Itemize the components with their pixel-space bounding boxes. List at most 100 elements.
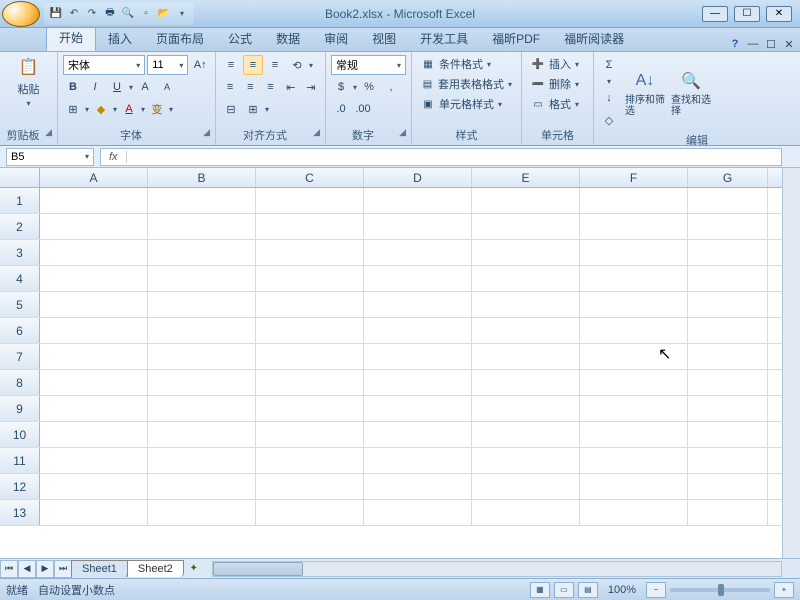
cell[interactable] [580,214,688,239]
row-header-2[interactable]: 2 [0,214,40,239]
cell[interactable] [472,292,580,317]
cell[interactable] [688,188,768,213]
formula-input[interactable]: fx [100,148,782,166]
cell[interactable] [472,500,580,525]
indent-dec-button[interactable]: ⇤ [282,77,300,97]
tab-formulas[interactable]: 公式 [216,26,264,51]
sort-filter-button[interactable]: A↓ 排序和筛选 [625,69,665,117]
cell[interactable] [148,266,256,291]
row-header-8[interactable]: 8 [0,370,40,395]
zoom-in-button[interactable]: + [774,582,794,598]
row-header-9[interactable]: 9 [0,396,40,421]
cell[interactable] [40,214,148,239]
cell[interactable] [40,318,148,343]
cell[interactable] [472,474,580,499]
page-layout-view-button[interactable]: ▭ [554,582,574,598]
zoom-level[interactable]: 100% [608,584,636,596]
cell[interactable] [688,422,768,447]
minimize-button[interactable]: ― [702,6,728,22]
cell[interactable] [148,318,256,343]
row-header-3[interactable]: 3 [0,240,40,265]
align-center-button[interactable]: ≡ [241,77,259,97]
cell[interactable] [40,370,148,395]
cell[interactable] [688,266,768,291]
cell[interactable] [256,344,364,369]
font-name-combo[interactable]: 宋体▾ [63,55,145,75]
cell[interactable] [148,292,256,317]
qat-more-icon[interactable]: ▾ [174,6,190,22]
number-format-combo[interactable]: 常规▾ [331,55,406,75]
row-header-10[interactable]: 10 [0,422,40,447]
cell[interactable] [40,396,148,421]
preview-icon[interactable]: 🔍 [120,6,136,22]
format-as-table-button[interactable]: ▤套用表格格式▾ [417,75,516,93]
cell[interactable] [148,240,256,265]
number-launcher-icon[interactable]: ◢ [399,127,406,138]
cell[interactable] [472,318,580,343]
cell[interactable] [256,500,364,525]
tab-data[interactable]: 数据 [264,26,312,51]
spreadsheet-grid[interactable]: ABCDEFG 12345678910111213 [0,168,800,558]
sheet-tab-2[interactable]: Sheet2 [127,560,184,577]
align-right-button[interactable]: ≡ [261,77,279,97]
italic-button[interactable]: I [85,77,105,97]
cell[interactable] [40,344,148,369]
cell[interactable] [40,474,148,499]
cell-styles-button[interactable]: ▣单元格样式▾ [417,95,516,113]
percent-button[interactable]: % [359,77,379,97]
cell[interactable] [688,240,768,265]
cell[interactable] [580,474,688,499]
first-sheet-button[interactable]: ⏮ [0,560,18,578]
cell[interactable] [364,448,472,473]
help-icon[interactable]: ? [728,37,742,51]
cell[interactable] [472,266,580,291]
tab-foxit-reader[interactable]: 福昕阅读器 [552,26,636,51]
clear-button[interactable]: ◇ [599,110,619,130]
cell[interactable] [148,370,256,395]
last-sheet-button[interactable]: ⏭ [54,560,72,578]
border-button[interactable]: ⊞ [63,99,83,119]
cell[interactable] [580,396,688,421]
orientation-button[interactable]: ⟲ [287,55,307,75]
row-header-13[interactable]: 13 [0,500,40,525]
font-color-button[interactable]: A [119,99,139,119]
undo-icon[interactable]: ↶ [66,6,82,22]
tab-developer[interactable]: 开发工具 [408,26,480,51]
vertical-scrollbar[interactable] [782,168,800,558]
cell[interactable] [472,240,580,265]
maximize-button[interactable]: ☐ [734,6,760,22]
horizontal-scrollbar[interactable] [212,561,782,577]
font-size-combo[interactable]: 11▾ [147,55,188,75]
font-launcher-icon[interactable]: ◢ [203,127,210,138]
row-header-12[interactable]: 12 [0,474,40,499]
align-middle-button[interactable]: ≡ [243,55,263,75]
cell[interactable] [40,240,148,265]
cell[interactable] [688,500,768,525]
cell[interactable] [148,474,256,499]
cell[interactable] [472,214,580,239]
cell[interactable] [40,266,148,291]
tab-insert[interactable]: 插入 [96,26,144,51]
bold-button[interactable]: B [63,77,83,97]
row-header-6[interactable]: 6 [0,318,40,343]
cell[interactable] [148,344,256,369]
col-header-E[interactable]: E [472,168,580,187]
paste-button[interactable]: 📋 粘贴 ▾ [9,55,49,108]
print-icon[interactable]: 🖶 [102,6,118,22]
cell[interactable] [364,396,472,421]
cell[interactable] [148,188,256,213]
col-header-B[interactable]: B [148,168,256,187]
cell[interactable] [364,292,472,317]
fill-button[interactable]: ↓ [599,88,619,108]
clipboard-launcher-icon[interactable]: ◢ [45,127,52,138]
indent-inc-button[interactable]: ⇥ [302,77,320,97]
cell[interactable] [256,266,364,291]
new-sheet-button[interactable]: ✦ [184,563,204,574]
cell[interactable] [148,448,256,473]
zoom-out-button[interactable]: − [646,582,666,598]
close-button[interactable]: ✕ [766,6,792,22]
zoom-thumb[interactable] [718,584,724,596]
tab-view[interactable]: 视图 [360,26,408,51]
cell[interactable] [472,422,580,447]
fill-color-button[interactable]: ◆ [91,99,111,119]
